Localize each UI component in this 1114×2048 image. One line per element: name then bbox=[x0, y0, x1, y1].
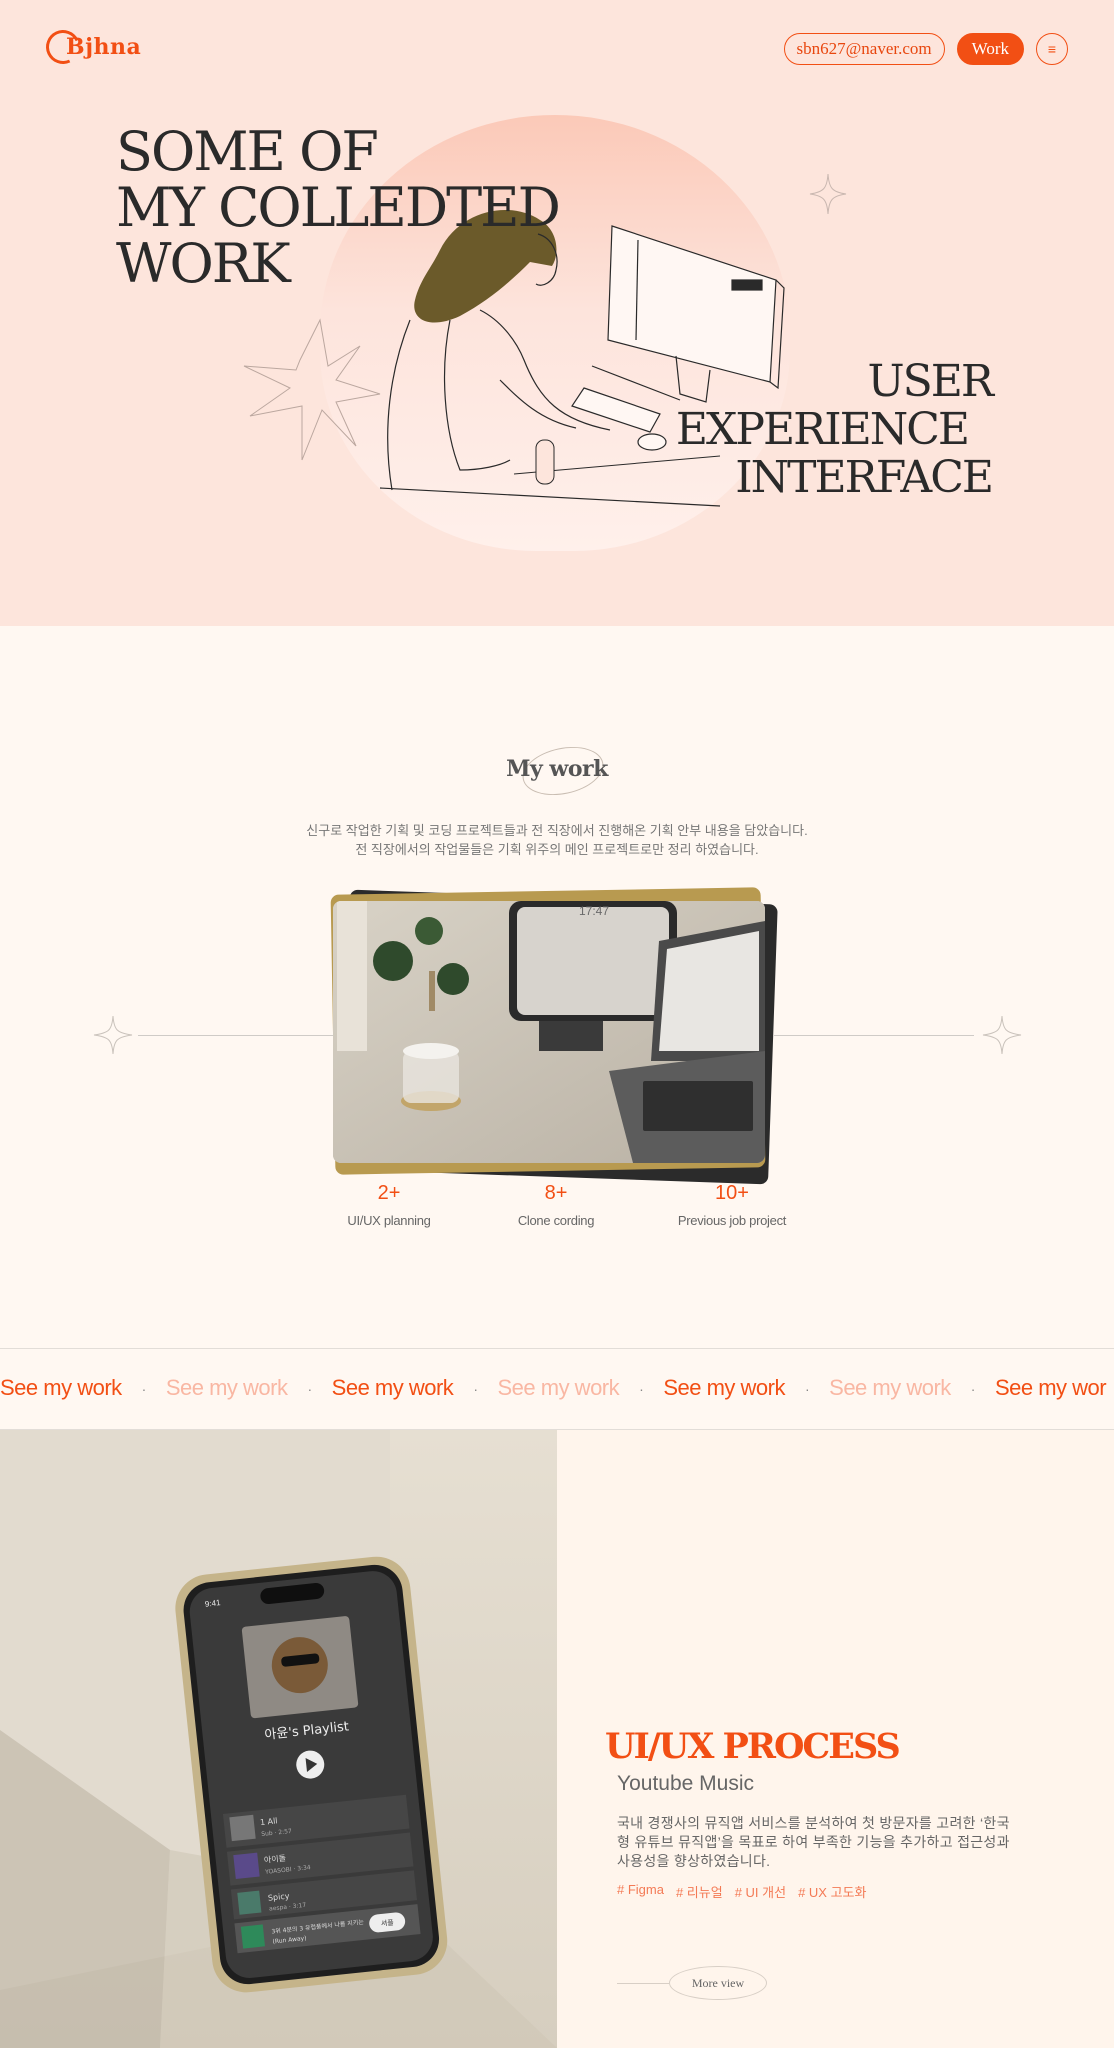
marquee-item[interactable]: See my work bbox=[166, 1375, 288, 1401]
hero-title: SOME OF MY COLLEDTED WORK bbox=[116, 120, 561, 295]
logo-c-mark bbox=[41, 25, 85, 69]
phone-time: 9:41 bbox=[204, 1598, 221, 1609]
site-logo[interactable]: Bjhna bbox=[41, 25, 141, 69]
marquee-item[interactable]: See my work bbox=[829, 1375, 951, 1401]
stat-label: Clone cording bbox=[517, 1213, 595, 1228]
starburst-icon bbox=[243, 318, 381, 461]
my-work-section: My work 신구로 작업한 기획 및 코딩 프로젝트들과 전 직장에서 진행… bbox=[0, 626, 1114, 1348]
marquee-separator: · bbox=[804, 1381, 810, 1398]
sparkle-icon bbox=[982, 1015, 1022, 1055]
stat-label: Previous job project bbox=[677, 1213, 787, 1228]
phone-action-button: 셔플 bbox=[380, 1918, 394, 1928]
project-tags: # Figma # 리뉴얼 # UI 개선 # UX 고도화 bbox=[617, 1882, 866, 1901]
project-description: 국내 경쟁사의 뮤직앱 서비스를 분석하여 첫 방문자를 고려한 ‘한국형 유튜… bbox=[617, 1815, 1010, 1869]
hero-subtitle: USER EXPERIENCE INTERFACE bbox=[675, 356, 994, 503]
work-button[interactable]: Work bbox=[956, 33, 1024, 65]
desk-photo-illustration: 17:47 bbox=[333, 901, 765, 1163]
description-line: 신구로 작업한 기획 및 코딩 프로젝트들과 전 직장에서 진행해온 기획 안부… bbox=[306, 823, 808, 838]
hero-subtitle-line: EXPERIENCE bbox=[675, 404, 970, 455]
see-my-work-marquee[interactable]: See my work · See my work · See my work · See … bbox=[0, 1348, 1114, 1430]
project-image: 9:41 아윤's Playlist 1 All Sub · 2:57 아이돌 … bbox=[0, 1430, 557, 2048]
divider-line-left bbox=[138, 1035, 338, 1036]
hero-title-line: SOME OF bbox=[116, 120, 379, 183]
hero-subtitle-line: INTERFACE bbox=[735, 452, 994, 503]
marquee-item[interactable]: See my work bbox=[332, 1375, 454, 1401]
stat-item: 8+ Clone cording bbox=[456, 1182, 656, 1228]
marquee-separator: · bbox=[970, 1381, 976, 1398]
header-nav: sbn627@naver.com Work ≡ bbox=[783, 33, 1068, 65]
email-link[interactable]: sbn627@naver.com bbox=[783, 33, 945, 65]
tag: # 리뉴얼 bbox=[675, 1885, 723, 1900]
stat-number: 10+ bbox=[715, 1182, 749, 1204]
marquee-separator: · bbox=[473, 1381, 478, 1398]
more-view-control: More view bbox=[617, 1966, 767, 2000]
project-title: UI/UX PROCESS bbox=[605, 1726, 901, 1767]
marquee-separator: · bbox=[639, 1381, 644, 1398]
section-title: My work bbox=[506, 756, 608, 782]
sparkle-icon bbox=[809, 173, 847, 215]
hero-section: Bjhna sbn627@naver.com Work ≡ SOME OF MY… bbox=[0, 0, 1114, 626]
divider-line-right bbox=[774, 1035, 974, 1036]
marquee-separator: · bbox=[141, 1381, 147, 1398]
tag: # UX 고도화 bbox=[798, 1885, 867, 1900]
project-info: UI/UX PROCESS Youtube Music 국내 경쟁사의 뮤직앱 … bbox=[557, 1430, 1114, 2048]
marquee-row: See my work · See my work · See my work · See … bbox=[0, 1375, 1107, 1401]
more-view-line bbox=[617, 1982, 669, 1984]
hero-subtitle-line: USER bbox=[867, 356, 994, 407]
section-description: 신구로 작업한 기획 및 코딩 프로젝트들과 전 직장에서 진행해온 기획 안부… bbox=[0, 821, 1114, 859]
phone-track-title: 1 All bbox=[260, 1816, 278, 1827]
marquee-item[interactable]: See my work bbox=[663, 1375, 785, 1401]
work-photo-stack[interactable]: 17:47 bbox=[330, 887, 778, 1185]
project-card: 9:41 아윤's Playlist 1 All Sub · 2:57 아이돌 … bbox=[0, 1430, 1114, 2048]
more-view-button[interactable]: More view bbox=[669, 1966, 767, 2000]
tag: # UI 개선 bbox=[734, 1885, 787, 1900]
hero-title-line: MY COLLEDTED bbox=[116, 176, 561, 239]
marquee-item[interactable]: See my work bbox=[0, 1375, 122, 1401]
phone-mockup-illustration: 9:41 아윤's Playlist 1 All Sub · 2:57 아이돌 … bbox=[0, 1430, 557, 2048]
stat-number: 8+ bbox=[544, 1182, 568, 1204]
marquee-item[interactable]: See my wor bbox=[995, 1375, 1107, 1401]
hero-title-line: WORK bbox=[116, 232, 291, 295]
project-subtitle: Youtube Music bbox=[617, 1772, 754, 1795]
marquee-item[interactable]: See my work bbox=[497, 1375, 619, 1401]
marquee-separator: · bbox=[307, 1381, 312, 1398]
desk-photo: 17:47 bbox=[333, 901, 765, 1163]
tag: # Figma bbox=[617, 1882, 664, 1897]
sparkle-icon bbox=[93, 1015, 133, 1055]
description-line: 전 직장에서의 작업물들은 기획 위주의 메인 프로젝트로만 정리 하였습니다. bbox=[355, 842, 759, 857]
menu-icon[interactable]: ≡ bbox=[1036, 33, 1068, 65]
tablet-clock: 17:47 bbox=[579, 904, 609, 918]
stat-item: 10+ Previous job project bbox=[632, 1182, 832, 1228]
